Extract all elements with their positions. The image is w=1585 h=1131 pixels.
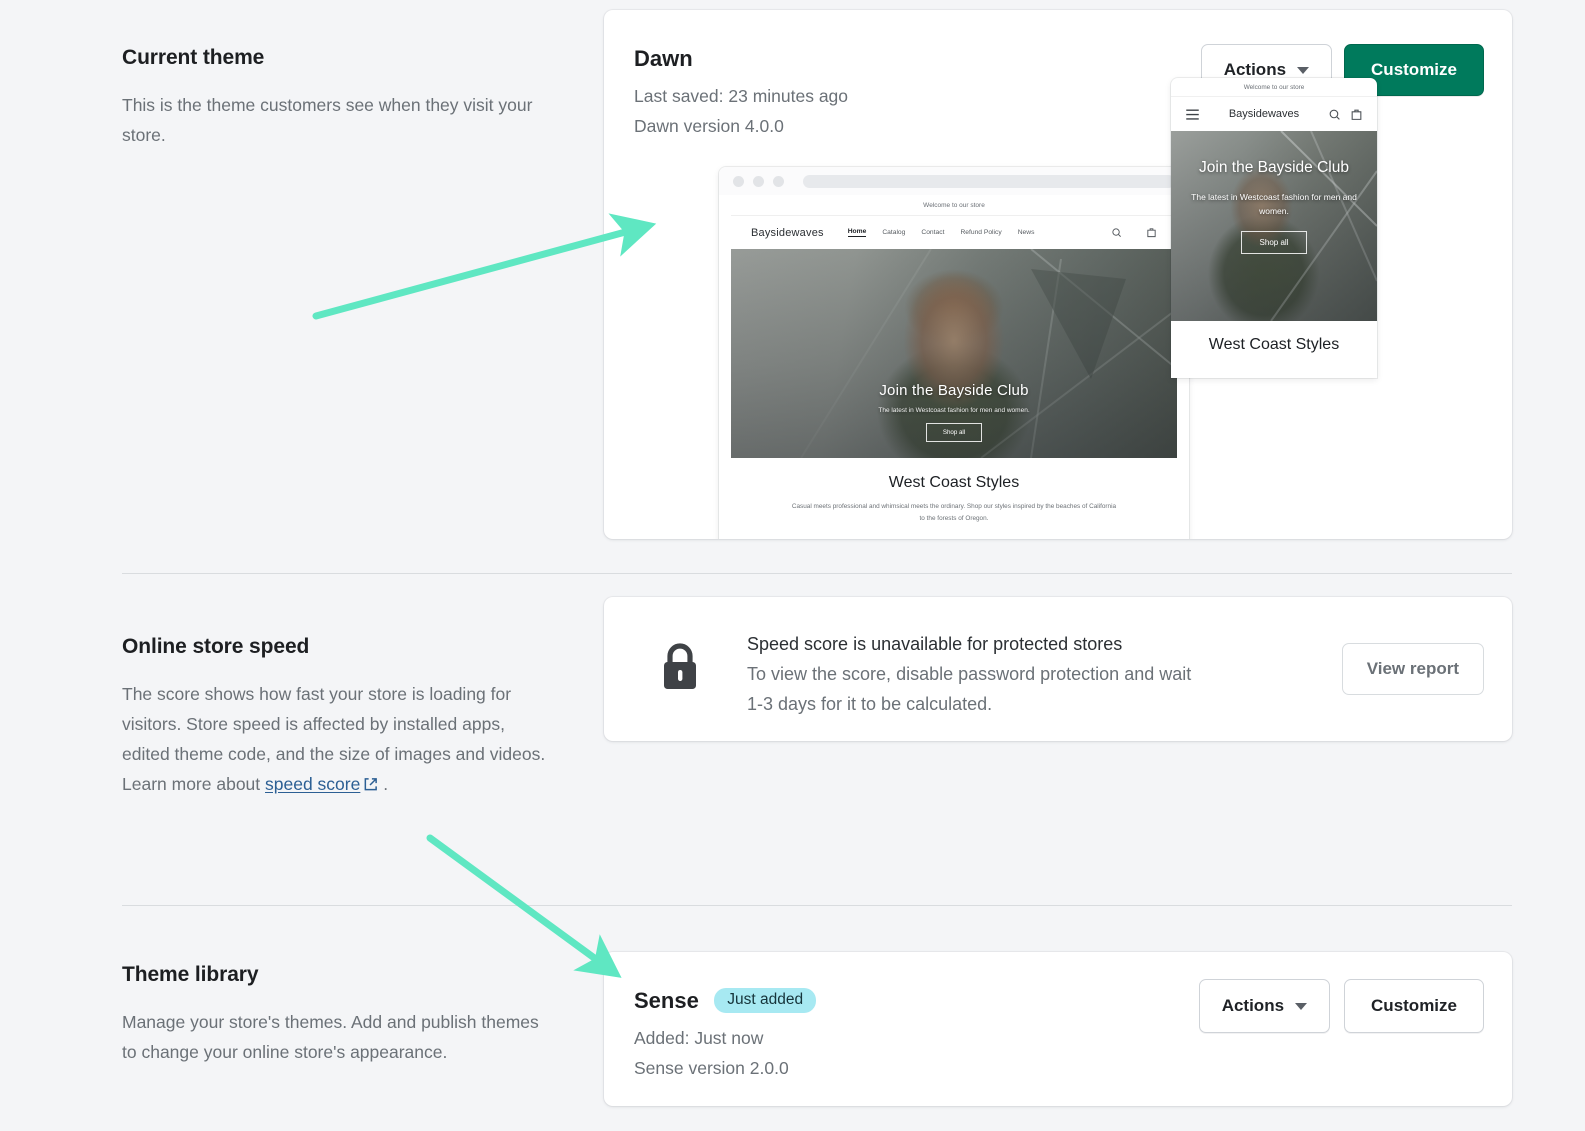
view-report-label: View report <box>1367 659 1459 679</box>
current-theme-side-panel: Current theme This is the theme customer… <box>122 46 582 150</box>
theme-library-version: Sense version 2.0.0 <box>634 1053 816 1083</box>
theme-library-description: Manage your store's themes. Add and publ… <box>122 1007 552 1067</box>
mobile-preview[interactable]: Welcome to our store Baysidewaves <box>1171 78 1377 378</box>
hamburger-menu-icon <box>1185 108 1200 121</box>
search-icon <box>1328 108 1341 121</box>
speed-card-heading: Speed score is unavailable for protected… <box>747 628 1367 660</box>
current-theme-heading: Current theme <box>122 46 582 70</box>
speed-score-link-label: speed score <box>265 774 360 794</box>
desktop-featured-heading: Featured products <box>731 525 1177 539</box>
current-theme-card: Dawn Last saved: 23 minutes ago Dawn ver… <box>604 10 1512 539</box>
preview-browser-chrome <box>719 167 1189 195</box>
lock-icon <box>658 641 702 691</box>
mobile-site-nav: Baysidewaves <box>1171 97 1377 131</box>
mobile-hero-shop-all-button: Shop all <box>1241 231 1308 254</box>
speed-card-body-line-1: To view the score, disable password prot… <box>747 660 1367 690</box>
desktop-section-block: West Coast Styles Casual meets professio… <box>731 458 1177 525</box>
cart-icon <box>1350 108 1363 121</box>
hero-text-block: Join the Bayside Club The latest in West… <box>731 382 1177 442</box>
current-theme-description: This is the theme customers see when the… <box>122 90 552 150</box>
search-icon <box>1111 227 1122 238</box>
theme-library-name-row: Sense Just added <box>634 988 816 1014</box>
desktop-announcement-bar: Welcome to our store <box>731 195 1177 216</box>
desktop-nav-news: News <box>1018 229 1035 236</box>
external-link-icon <box>363 777 378 792</box>
theme-library-customize-label: Customize <box>1371 996 1457 1016</box>
mobile-site-logo: Baysidewaves <box>1200 108 1328 120</box>
speed-score-card: Speed score is unavailable for protected… <box>604 597 1512 741</box>
mobile-hero-heading: Join the Bayside Club <box>1185 159 1363 178</box>
desktop-section-text: Casual meets professional and whimsical … <box>791 501 1117 525</box>
desktop-nav-contact: Contact <box>921 229 944 236</box>
browser-dot-icon <box>773 176 784 187</box>
desktop-hero: Join the Bayside Club The latest in West… <box>731 249 1177 458</box>
store-speed-description-tail: . <box>378 774 388 794</box>
desktop-site-logo: Baysidewaves <box>751 227 824 239</box>
theme-library-heading: Theme library <box>122 963 582 987</box>
speed-score-link[interactable]: speed score <box>265 774 360 794</box>
theme-library-info: Sense Just added Added: Just now Sense v… <box>634 988 816 1083</box>
browser-dot-icon <box>753 176 764 187</box>
hero-shop-all-button: Shop all <box>926 423 982 442</box>
theme-preview[interactable]: Welcome to our store Baysidewaves Home C… <box>604 10 1512 539</box>
chevron-down-icon <box>1295 1003 1307 1010</box>
desktop-site-nav: Baysidewaves Home Catalog Contact Refund… <box>731 216 1177 249</box>
desktop-nav-refund-policy: Refund Policy <box>960 229 1001 236</box>
speed-lock-icon-wrap <box>658 641 702 696</box>
speed-card-text: Speed score is unavailable for protected… <box>747 628 1367 720</box>
theme-library-actions-label: Actions <box>1222 996 1284 1016</box>
mobile-hero-subtext: The latest in Westcoast fashion for men … <box>1185 190 1363 218</box>
cart-icon <box>1146 227 1157 238</box>
browser-url-bar <box>803 175 1175 188</box>
store-speed-side-panel: Online store speed The score shows how f… <box>122 635 582 799</box>
hero-heading: Join the Bayside Club <box>731 382 1177 399</box>
store-speed-description: The score shows how fast your store is l… <box>122 679 552 799</box>
desktop-nav-catalog: Catalog <box>882 229 905 236</box>
desktop-section-heading: West Coast Styles <box>791 474 1117 492</box>
theme-library-theme-name: Sense <box>634 988 699 1013</box>
theme-library-actions-button[interactable]: Actions <box>1199 979 1330 1033</box>
annotation-arrow-current-theme <box>316 228 640 316</box>
theme-library-side-panel: Theme library Manage your store's themes… <box>122 963 582 1067</box>
mobile-hero-text-block: Join the Bayside Club The latest in West… <box>1185 159 1363 254</box>
browser-dot-icon <box>733 176 744 187</box>
desktop-nav-home: Home <box>848 228 867 237</box>
mobile-announcement-bar: Welcome to our store <box>1171 78 1377 97</box>
theme-library-customize-button[interactable]: Customize <box>1344 979 1484 1033</box>
annotation-arrow-theme-library <box>430 838 608 968</box>
hero-subtext: The latest in Westcoast fashion for men … <box>731 407 1177 414</box>
desktop-site: Welcome to our store Baysidewaves Home C… <box>719 195 1189 539</box>
theme-library-actions-group: Actions Customize <box>1199 979 1484 1033</box>
status-badge: Just added <box>714 988 816 1013</box>
desktop-preview[interactable]: Welcome to our store Baysidewaves Home C… <box>719 167 1189 539</box>
mobile-section-heading: West Coast Styles <box>1171 321 1377 354</box>
view-report-button[interactable]: View report <box>1342 643 1484 695</box>
theme-library-added: Added: Just now <box>634 1023 816 1053</box>
store-speed-heading: Online store speed <box>122 635 582 659</box>
section-divider <box>122 573 1512 574</box>
theme-settings-page: Current theme This is the theme customer… <box>0 0 1585 1131</box>
mobile-hero: Join the Bayside Club The latest in West… <box>1171 131 1377 321</box>
speed-card-body-line-2: 1-3 days for it to be calculated. <box>747 690 1367 720</box>
theme-library-card: Sense Just added Added: Just now Sense v… <box>604 952 1512 1106</box>
section-divider <box>122 905 1512 906</box>
